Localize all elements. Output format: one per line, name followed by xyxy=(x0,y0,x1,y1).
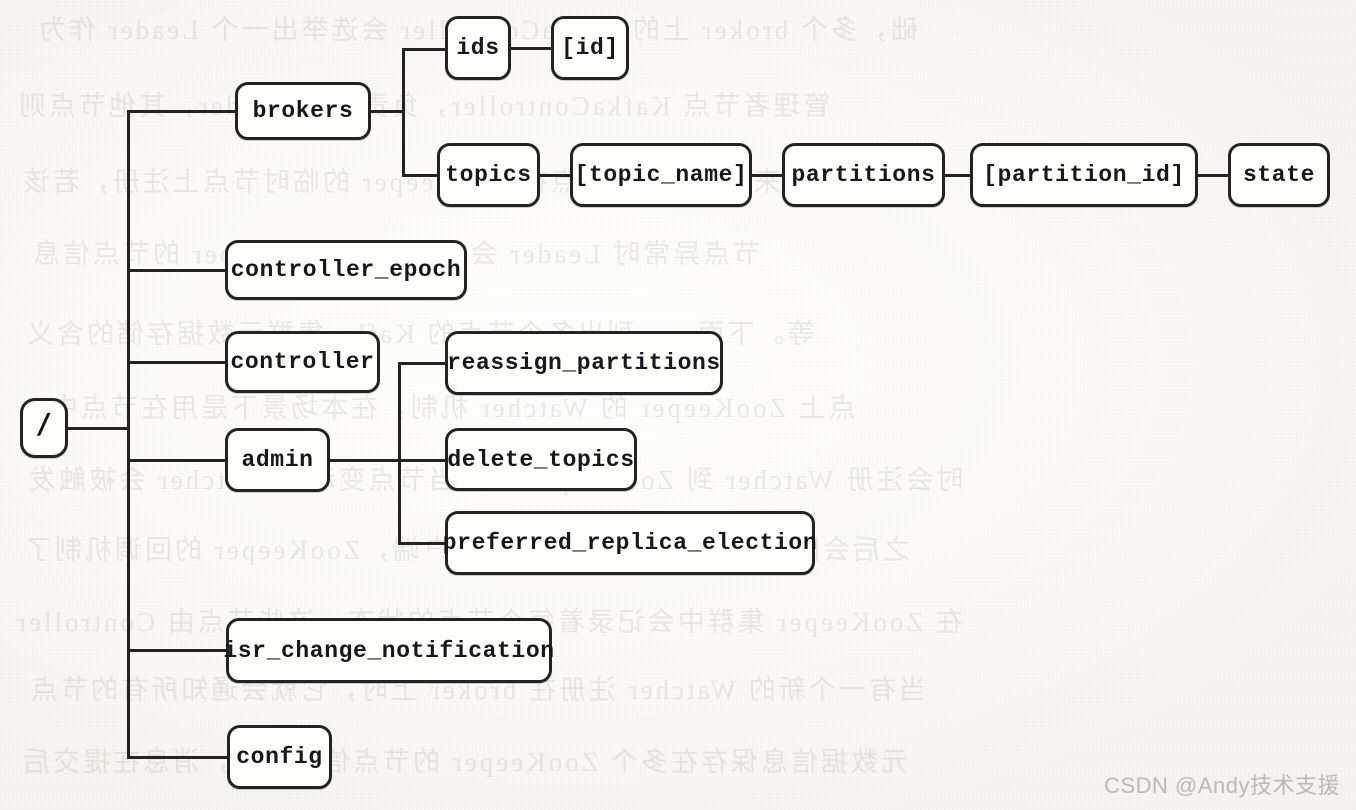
edge-branch-to-reassign-partitions xyxy=(398,362,447,365)
node-ids-label: ids xyxy=(456,35,500,61)
node-reassign-partitions-label: reassign_partitions xyxy=(447,350,721,376)
node-admin[interactable]: admin xyxy=(225,428,330,492)
node-root[interactable]: / xyxy=(20,398,68,458)
node-topic-name-label: [topic_name] xyxy=(574,162,748,188)
edge-trunk-vertical xyxy=(127,110,130,758)
node-isr-change-notification[interactable]: isr_change_notification xyxy=(223,618,555,683)
node-root-label: / xyxy=(33,410,55,446)
node-config-label: config xyxy=(236,744,323,770)
edge-branch-to-ids xyxy=(402,48,447,51)
node-brokers-label: brokers xyxy=(252,98,354,124)
edge-partitions-to-partition-id xyxy=(943,174,972,177)
edge-partition-id-to-state xyxy=(1196,174,1230,177)
edge-trunk-to-controller-epoch xyxy=(127,269,227,272)
node-topic-name[interactable]: [topic_name] xyxy=(570,143,752,207)
csdn-watermark: CSDN @Andy技术支援 xyxy=(1104,773,1340,798)
node-delete-topics[interactable]: delete_topics xyxy=(445,428,637,491)
node-preferred-replica-election-label: preferred_replica_election xyxy=(442,530,818,556)
node-reassign-partitions[interactable]: reassign_partitions xyxy=(445,331,723,395)
edge-branch-to-topics xyxy=(402,174,439,177)
node-ids[interactable]: ids xyxy=(445,16,511,80)
node-id-label: [id] xyxy=(561,35,619,61)
edge-admin-branch-vertical xyxy=(398,362,401,545)
edge-ids-to-id xyxy=(509,47,553,50)
node-config[interactable]: config xyxy=(227,725,332,789)
edge-topics-to-topic-name xyxy=(538,174,572,177)
edge-branch-to-delete-topics xyxy=(398,459,447,462)
node-state-label: state xyxy=(1242,162,1315,188)
edge-topic-name-to-partitions xyxy=(750,174,784,177)
edge-trunk-to-brokers xyxy=(127,110,237,113)
node-controller-epoch-label: controller_epoch xyxy=(230,257,462,283)
edge-brokers-branch-vertical xyxy=(402,48,405,176)
node-partition-id-label: [partition_id] xyxy=(983,162,1185,188)
edge-trunk-to-config xyxy=(127,756,229,759)
edge-branch-to-preferred-replica-election xyxy=(398,542,447,545)
node-controller-epoch[interactable]: controller_epoch xyxy=(225,240,467,300)
node-id[interactable]: [id] xyxy=(551,16,629,80)
node-delete-topics-label: delete_topics xyxy=(447,446,635,473)
edge-trunk-to-controller xyxy=(127,361,227,364)
edge-root-to-trunk xyxy=(66,427,130,430)
node-controller-label: controller xyxy=(230,349,375,375)
zookeeper-znode-tree-diagram: / brokers ids [id] topics [topic_name] p… xyxy=(0,0,1356,810)
node-topics[interactable]: topics xyxy=(437,143,540,207)
node-brokers[interactable]: brokers xyxy=(235,82,371,140)
node-partitions-label: partitions xyxy=(791,162,936,188)
edge-admin-to-branch xyxy=(328,459,401,462)
edge-trunk-to-admin xyxy=(127,459,227,462)
node-controller[interactable]: controller xyxy=(225,331,380,393)
node-partition-id[interactable]: [partition_id] xyxy=(970,143,1198,207)
node-admin-label: admin xyxy=(241,447,314,473)
node-partitions[interactable]: partitions xyxy=(782,143,945,207)
node-preferred-replica-election[interactable]: preferred_replica_election xyxy=(442,511,818,575)
node-topics-label: topics xyxy=(445,162,532,188)
edge-brokers-to-branch xyxy=(369,110,405,113)
node-isr-change-notification-label: isr_change_notification xyxy=(223,637,555,664)
node-state[interactable]: state xyxy=(1228,143,1330,207)
edge-trunk-to-isr-change-notification xyxy=(127,649,228,652)
